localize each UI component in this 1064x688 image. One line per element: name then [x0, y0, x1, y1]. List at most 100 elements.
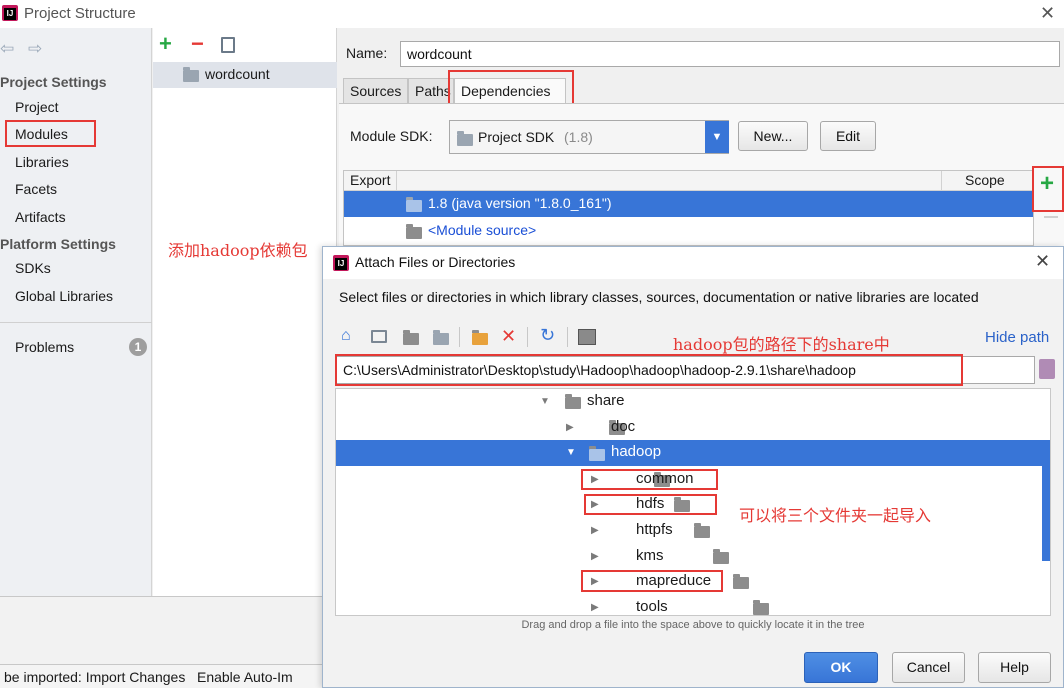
- problems-count-badge: 1: [129, 338, 147, 356]
- module-sdk-select[interactable]: Project SDK (1.8) ▼: [449, 120, 729, 154]
- intellij-app-icon: IJ: [2, 5, 18, 21]
- hdfs-highlight-box: [584, 494, 717, 515]
- new-sdk-button[interactable]: New...: [738, 121, 808, 151]
- sidebar-item-facets[interactable]: Facets: [15, 181, 57, 197]
- path-highlight-box: [335, 354, 963, 386]
- folder-icon: [565, 394, 581, 409]
- bottom-panel: be imported: Import Changes Enable Auto-…: [0, 596, 322, 688]
- tree-node-tools[interactable]: tools: [636, 598, 668, 615]
- project-folder-icon[interactable]: [403, 330, 419, 347]
- dialog-titlebar: IJ Attach Files or Directories ✕: [323, 247, 1063, 279]
- sidebar-item-libraries[interactable]: Libraries: [15, 154, 69, 170]
- toolbar-separator: [459, 327, 460, 347]
- tree-node-hadoop-selected[interactable]: ▼ hadoop: [336, 440, 1050, 466]
- module-source-row-label: <Module source>: [428, 222, 537, 238]
- folder-icon: [753, 600, 770, 615]
- sidebar-item-project[interactable]: Project: [15, 99, 59, 115]
- show-hidden-icon[interactable]: [578, 329, 596, 345]
- add-module-icon[interactable]: +: [159, 33, 172, 55]
- copy-module-icon[interactable]: [221, 37, 235, 53]
- tree-node-share[interactable]: share: [587, 392, 625, 409]
- ok-button[interactable]: OK: [804, 652, 878, 683]
- folder-icon: [713, 549, 730, 564]
- expanded-arrow-icon[interactable]: ▼: [540, 396, 550, 407]
- module-name: wordcount: [205, 66, 270, 82]
- collapsed-arrow-icon[interactable]: ▶: [566, 422, 574, 433]
- window-close-icon[interactable]: ✕: [1040, 3, 1055, 24]
- collapsed-arrow-icon[interactable]: ▶: [591, 551, 599, 562]
- tree-scrollbar[interactable]: [1042, 446, 1050, 561]
- folders-hint-annotation: 可以将三个文件夹一起导入: [739, 506, 932, 525]
- module-sdk-label: Module SDK:: [350, 128, 433, 144]
- add-dependency-annotation: 添加hadoop依赖包: [168, 241, 308, 260]
- expanded-arrow-icon[interactable]: ▼: [566, 447, 576, 458]
- attach-files-dialog: IJ Attach Files or Directories ✕ Select …: [322, 246, 1064, 688]
- jdk-row-label: 1.8 (java version "1.8.0_161"): [428, 195, 612, 211]
- sdk-folder-icon: [457, 131, 473, 146]
- export-column-header: Export: [350, 172, 391, 188]
- folder-icon: [733, 574, 750, 589]
- home-icon[interactable]: ⌂: [341, 327, 351, 345]
- file-tree[interactable]: ▼ share ▶ doc ▼ hadoop ▶ common ▶ hdfs ▶…: [335, 388, 1051, 616]
- tree-node-doc[interactable]: doc: [611, 418, 635, 435]
- sidebar-item-modules[interactable]: Modules: [15, 126, 68, 142]
- column-divider: [396, 171, 397, 190]
- table-header: Export Scope: [344, 171, 1033, 191]
- dialog-title: Attach Files or Directories: [355, 254, 516, 270]
- back-arrow-icon[interactable]: ⇦: [0, 39, 14, 59]
- path-hint-annotation: hadoop包的路径下的share中: [673, 335, 890, 354]
- dialog-app-icon: IJ: [333, 255, 349, 271]
- folder-icon: [693, 523, 710, 538]
- sidebar-item-problems[interactable]: Problems: [15, 339, 74, 355]
- folder-icon: [589, 446, 605, 461]
- forward-arrow-icon[interactable]: ⇨: [28, 39, 42, 59]
- sidebar-divider: [0, 322, 152, 323]
- refresh-icon[interactable]: ↻: [540, 325, 555, 346]
- table-row[interactable]: 1.8 (java version "1.8.0_161"): [344, 191, 1033, 217]
- cancel-button[interactable]: Cancel: [892, 652, 965, 683]
- scope-column-header: Scope: [965, 172, 1005, 188]
- tree-node-hadoop: hadoop: [611, 443, 662, 460]
- module-folder-icon: [183, 67, 199, 82]
- tree-node-kms[interactable]: kms: [636, 547, 664, 564]
- toolbar-separator: [567, 327, 568, 347]
- remove-module-icon[interactable]: −: [191, 33, 204, 55]
- add-dependency-icon[interactable]: +: [1040, 172, 1054, 196]
- settings-sidebar: ⇦ ⇨ Project Settings Project Modules Lib…: [0, 28, 152, 596]
- module-folder-icon[interactable]: [433, 330, 449, 347]
- browse-path-icon[interactable]: [1039, 359, 1055, 379]
- column-divider: [941, 171, 942, 190]
- common-highlight-box: [581, 469, 718, 490]
- new-folder-icon[interactable]: [472, 330, 488, 347]
- drag-drop-hint: Drag and drop a file into the space abov…: [521, 619, 865, 631]
- platform-settings-header: Platform Settings: [0, 236, 116, 252]
- collapsed-arrow-icon[interactable]: ▶: [591, 525, 599, 536]
- status-bar: be imported: Import Changes Enable Auto-…: [0, 664, 322, 688]
- sidebar-item-artifacts[interactable]: Artifacts: [15, 209, 66, 225]
- module-list-item[interactable]: wordcount: [153, 62, 337, 88]
- mapreduce-highlight-box: [581, 570, 723, 592]
- window-title: Project Structure: [24, 5, 136, 22]
- help-button[interactable]: Help: [978, 652, 1051, 683]
- collapsed-arrow-icon[interactable]: ▶: [591, 602, 599, 613]
- toolbar-separator: [527, 327, 528, 347]
- edit-sdk-button[interactable]: Edit: [820, 121, 876, 151]
- sidebar-item-sdks[interactable]: SDKs: [15, 260, 51, 276]
- source-folder-icon: [406, 224, 422, 239]
- module-list-panel: + − wordcount: [153, 28, 337, 596]
- name-label: Name:: [346, 45, 388, 61]
- window-titlebar: IJ Project Structure ✕: [0, 0, 1064, 28]
- remove-dependency-icon[interactable]: [1044, 216, 1058, 218]
- sdk-version: (1.8): [564, 129, 593, 145]
- jdk-folder-icon: [406, 197, 422, 212]
- hide-path-link[interactable]: Hide path: [985, 329, 1049, 346]
- desktop-icon[interactable]: [371, 330, 387, 343]
- tree-node-httpfs[interactable]: httpfs: [636, 521, 673, 538]
- delete-icon[interactable]: ✕: [501, 326, 516, 347]
- tab-sources[interactable]: Sources: [343, 78, 408, 104]
- sidebar-item-global-libraries[interactable]: Global Libraries: [15, 288, 113, 304]
- dialog-close-icon[interactable]: ✕: [1035, 251, 1050, 272]
- table-row[interactable]: <Module source>: [344, 218, 1033, 244]
- module-name-input[interactable]: [400, 41, 1060, 67]
- chevron-down-icon[interactable]: ▼: [705, 121, 729, 153]
